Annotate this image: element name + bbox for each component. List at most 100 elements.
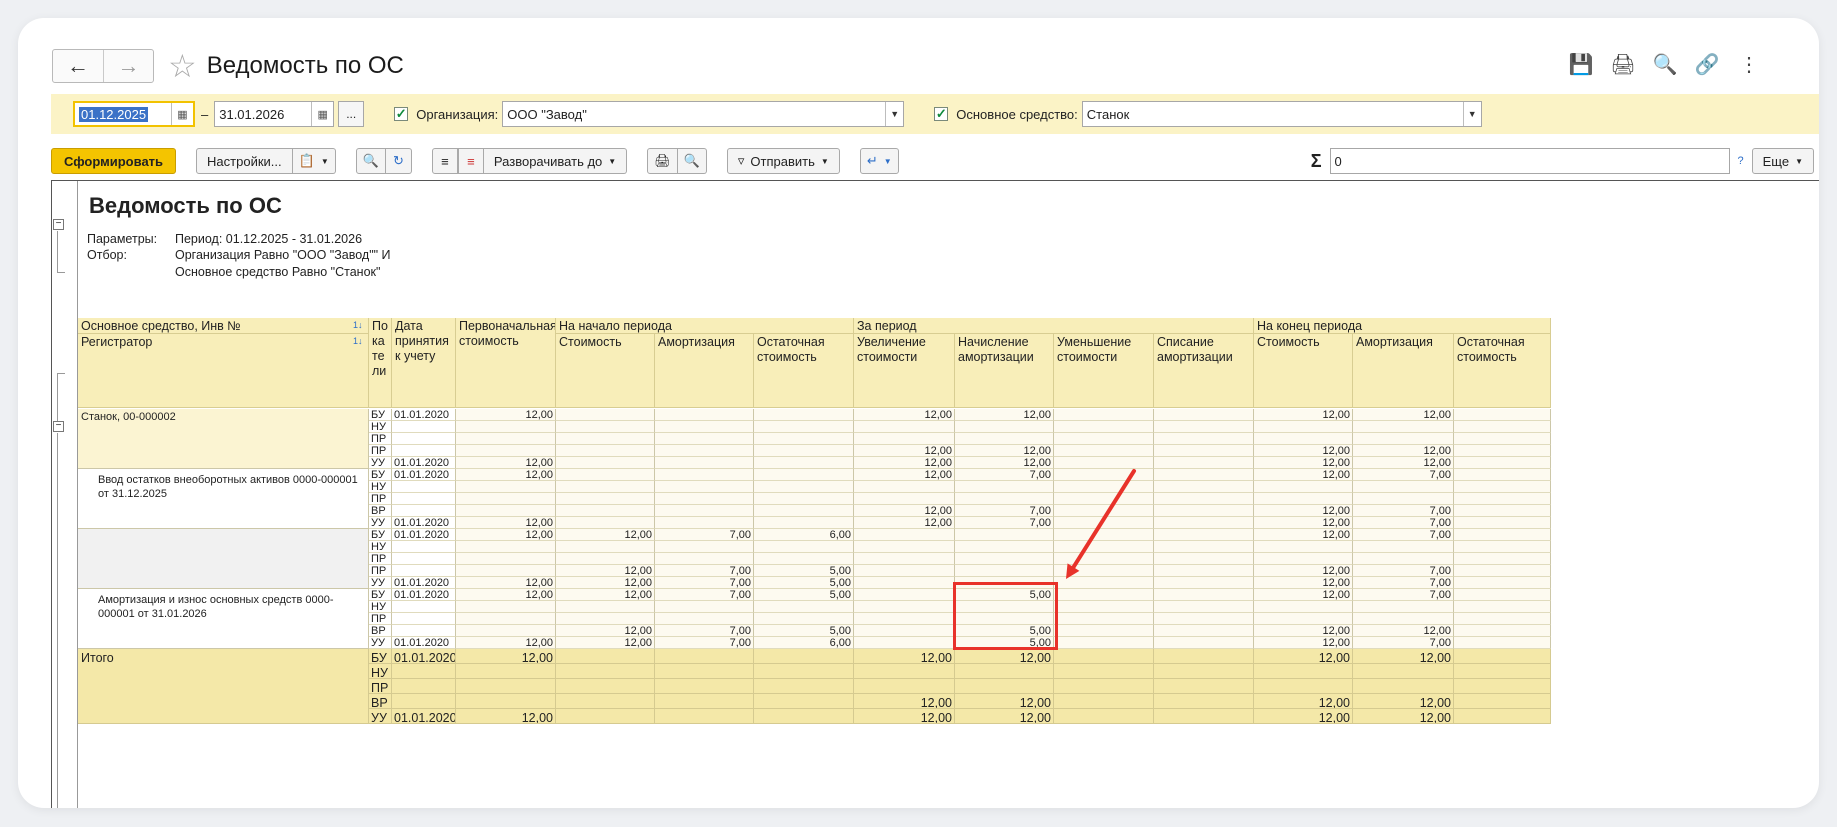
link-icon[interactable]: ↵ ▼ [859, 148, 899, 174]
save-icon[interactable]: 💾 [1569, 50, 1594, 78]
more-icon[interactable]: ⋮ [1737, 50, 1761, 78]
table-cell: 7,00 [1353, 565, 1454, 577]
header-amort: Амортизация [1353, 334, 1454, 408]
table-cell [754, 433, 854, 445]
link-icon[interactable]: 🔗 [1695, 50, 1720, 78]
preview-icon[interactable]: 🔍 [1653, 50, 1678, 78]
calendar-icon[interactable]: ▦ [171, 103, 193, 125]
table-cell [854, 421, 955, 433]
table-cell [1254, 421, 1353, 433]
table-cell [1154, 469, 1254, 481]
total-cell [556, 694, 655, 709]
params-value: Период: 01.12.2025 - 31.01.2026 [175, 232, 363, 246]
table-cell [655, 445, 754, 457]
sum-field[interactable]: 0 [1329, 148, 1730, 174]
header-indicator: По ка те ли [369, 318, 392, 408]
date-from-field[interactable]: 01.12.2025 ▦ [73, 101, 195, 127]
total-cell [655, 664, 754, 679]
star-icon[interactable]: ☆ [168, 50, 197, 82]
org-checkbox[interactable]: ✓ [394, 106, 409, 121]
collapse-header-icon[interactable]: − [53, 219, 64, 230]
table-cell [1454, 613, 1551, 625]
settings-button[interactable]: Настройки... [196, 148, 293, 174]
asset-select[interactable]: Станок ▼ [1081, 101, 1482, 127]
date-to-field[interactable]: 31.01.2026 ▦ [214, 101, 335, 127]
table-cell [754, 409, 854, 421]
header-residual: Остаточная стоимость [754, 334, 854, 408]
arrow-left-icon[interactable]: ← [53, 50, 103, 82]
total-cell [1154, 694, 1254, 709]
more-label: Еще [1762, 153, 1790, 169]
table-cell [754, 505, 854, 517]
table-cell: 7,00 [1353, 589, 1454, 601]
table-cell: 12,00 [854, 445, 955, 457]
expand-icon[interactable]: ≡ [457, 148, 484, 174]
header-asset: Основное средство, Инв № [78, 318, 369, 334]
table-cell [955, 421, 1054, 433]
header-cost: Стоимость [556, 334, 655, 408]
table-cell [754, 541, 854, 553]
header-sort-registrar[interactable]: 1↓ [353, 336, 363, 346]
row-indicator: НУ [369, 541, 392, 553]
collapse-group-icon[interactable]: − [53, 421, 64, 432]
table-cell [1154, 517, 1254, 529]
more-button[interactable]: Еще ▼ [1751, 148, 1814, 174]
table-cell [1454, 625, 1551, 637]
table-cell [1154, 565, 1254, 577]
header-registrar: Регистратор [78, 334, 369, 408]
table-cell [655, 493, 754, 505]
variant-icon[interactable]: 📋 ▼ [292, 148, 336, 174]
table-cell: 5,00 [754, 565, 854, 577]
table-cell [456, 613, 556, 625]
table-cell: 12,00 [1254, 577, 1353, 589]
chevron-down-icon[interactable]: ▼ [885, 102, 903, 126]
total-cell: 12,00 [1254, 694, 1353, 709]
search-refine-icon[interactable]: ↻ [385, 148, 412, 174]
table-cell [754, 457, 854, 469]
table-cell [1454, 457, 1551, 469]
table-cell [1154, 421, 1254, 433]
expand-to-button[interactable]: Разворачивать до ▼ [483, 148, 628, 174]
table-cell [556, 613, 655, 625]
org-select[interactable]: ООО "Завод" ▼ [502, 101, 905, 127]
table-cell [754, 469, 854, 481]
table-cell [392, 505, 456, 517]
total-cell: 12,00 [955, 694, 1054, 709]
highlight-box [953, 582, 1058, 650]
total-cell [1353, 664, 1454, 679]
table-cell: 7,00 [655, 529, 754, 541]
preview-icon[interactable]: 🔍 [677, 148, 707, 174]
header-sort-asset[interactable]: 1↓ [353, 320, 363, 330]
send-button[interactable]: ▿ Отправить ▼ [726, 148, 840, 174]
print-icon[interactable]: 🖨 [647, 148, 678, 174]
table-cell: 12,00 [1254, 529, 1353, 541]
date-to-value: 31.01.2026 [219, 106, 285, 122]
print-icon[interactable]: 🖨 [1610, 50, 1635, 78]
table-cell [754, 421, 854, 433]
asset-checkbox[interactable]: ✓ [934, 106, 949, 121]
table-cell: 7,00 [655, 565, 754, 577]
calendar-icon[interactable]: ▦ [311, 102, 333, 126]
search-icon[interactable]: 🔍 [355, 148, 386, 174]
asset-label: Основное средство: [956, 106, 1078, 122]
table-cell [556, 421, 655, 433]
collapse-icon[interactable]: ≡ [431, 148, 458, 174]
table-cell [556, 481, 655, 493]
table-cell [556, 409, 655, 421]
generate-button[interactable]: Сформировать [51, 148, 177, 174]
header-accr: Начисление амортизации [955, 334, 1054, 408]
table-cell [1454, 637, 1551, 649]
chevron-down-icon[interactable]: ▼ [1462, 102, 1481, 126]
total-cell: 12,00 [955, 649, 1054, 664]
table-cell [1454, 529, 1551, 541]
table-cell: 12,00 [1254, 457, 1353, 469]
table-cell [854, 589, 955, 601]
total-cell [1054, 679, 1154, 694]
table-cell: 7,00 [955, 517, 1054, 529]
period-choose-button[interactable]: ... [338, 101, 365, 127]
total-cell [1454, 664, 1551, 679]
table-cell: 01.01.2020 [392, 529, 456, 541]
table-cell [1154, 433, 1254, 445]
help-icon[interactable]: ? [1738, 155, 1744, 167]
arrow-right-icon[interactable]: → [103, 50, 153, 82]
